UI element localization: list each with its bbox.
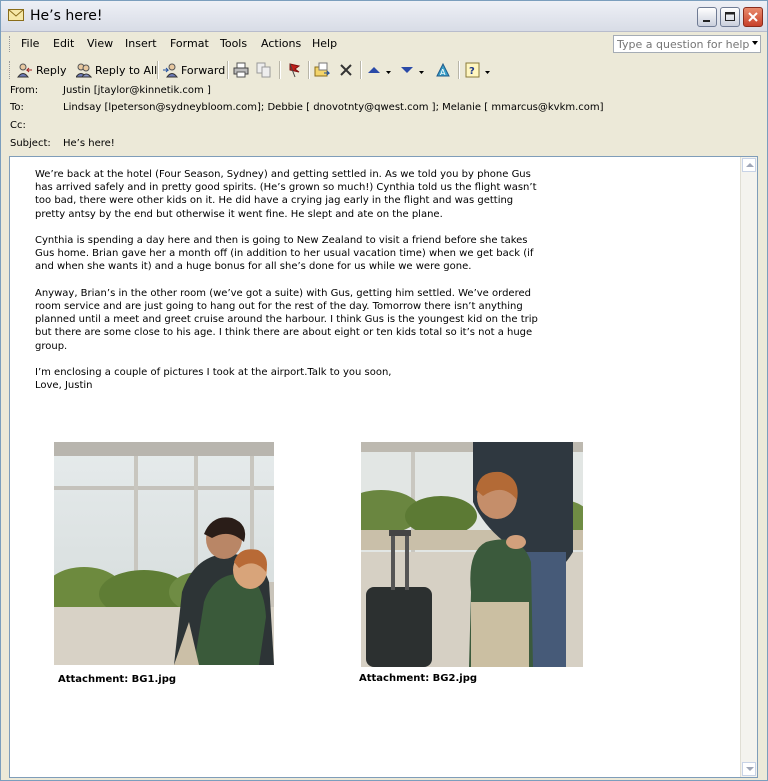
toolbar-grip[interactable] (9, 61, 12, 79)
menu-format[interactable]: Format (170, 37, 209, 50)
reply-all-label: Reply to All (95, 63, 158, 77)
previous-item-button[interactable] (366, 60, 392, 80)
help-search-input[interactable] (614, 36, 752, 52)
flag-icon (289, 63, 301, 78)
vertical-scrollbar[interactable] (740, 157, 757, 777)
reply-button[interactable]: Reply (17, 60, 66, 80)
chevron-down-icon (746, 767, 754, 771)
arrow-down-icon (401, 67, 413, 73)
toolbar-separator (279, 61, 281, 79)
attachment-photo-bg1[interactable] (54, 442, 274, 665)
svg-text:A: A (440, 68, 446, 77)
subject-value: He’s here! (63, 138, 115, 149)
flag-button[interactable] (286, 60, 302, 80)
close-button[interactable] (743, 7, 763, 27)
chevron-up-icon (746, 163, 754, 167)
menu-actions[interactable]: Actions (261, 37, 301, 50)
from-value[interactable]: Justin [jtaylor@kinnetik.com ] (63, 85, 211, 96)
menu-insert[interactable]: Insert (125, 37, 157, 50)
message-paragraph: I’m enclosing a couple of pictures I too… (35, 367, 392, 378)
attachment-label: Attachment: BG1.jpg (58, 674, 177, 685)
next-item-button[interactable] (399, 60, 425, 80)
toolbar-separator (360, 61, 362, 79)
menu-view[interactable]: View (87, 37, 113, 50)
maximize-icon (725, 12, 735, 21)
printer-icon (233, 62, 249, 78)
forward-icon (163, 63, 178, 78)
menu-edit[interactable]: Edit (53, 37, 74, 50)
menu-tools[interactable]: Tools (220, 37, 247, 50)
to-value[interactable]: Lindsay [lpeterson@sydneybloom.com]; Deb… (63, 102, 604, 113)
reply-all-button[interactable]: Reply to All (76, 60, 157, 80)
toolbar: Reply Reply to All Forward A ? (1, 57, 767, 83)
copy-icon (256, 62, 271, 78)
chevron-down-icon[interactable] (418, 62, 425, 78)
cc-row: Cc: (1, 119, 767, 135)
envelope-icon (8, 9, 24, 21)
message-signoff: Love, Justin (35, 380, 93, 392)
help-button[interactable]: ? (465, 60, 491, 80)
menu-help[interactable]: Help (312, 37, 337, 50)
toolbar-separator (157, 61, 159, 79)
message-paragraph: Cynthia is spending a day here and then … (35, 235, 534, 273)
reply-all-icon (76, 63, 92, 78)
subject-row: Subject: He’s here! (1, 137, 767, 153)
attachment-photo-bg2[interactable] (361, 442, 583, 667)
print-button[interactable] (233, 60, 249, 80)
window-title: He’s here! (30, 8, 103, 24)
menu-grip[interactable] (9, 36, 12, 52)
move-to-folder-icon (314, 62, 330, 77)
minimize-button[interactable] (697, 7, 717, 27)
maximize-button[interactable] (720, 7, 740, 27)
message-body[interactable]: We’re back at the hotel (Four Season, Sy… (9, 156, 758, 778)
help-search-box[interactable] (613, 35, 761, 53)
cc-label: Cc: (10, 120, 26, 131)
move-to-folder-button[interactable] (314, 60, 330, 80)
menu-file[interactable]: File (21, 37, 39, 50)
copy-button[interactable] (256, 60, 272, 80)
reply-label: Reply (36, 63, 67, 77)
reply-icon (17, 63, 32, 78)
chevron-down-icon[interactable] (752, 41, 758, 45)
chevron-down-icon[interactable] (385, 62, 392, 78)
email-window: He’s here! File Edit View Insert Format … (0, 0, 768, 781)
title-bar: He’s here! (1, 1, 767, 32)
scroll-down-button[interactable] (742, 762, 756, 776)
scroll-up-button[interactable] (742, 158, 756, 172)
delete-button[interactable] (338, 60, 354, 80)
toolbar-separator (458, 61, 460, 79)
delete-icon (340, 64, 352, 76)
address-book-button[interactable]: A (435, 60, 451, 80)
toolbar-separator (308, 61, 310, 79)
forward-label: Forward (181, 63, 226, 77)
svg-text:?: ? (469, 66, 475, 77)
attachment-label: Attachment: BG2.jpg (359, 673, 478, 684)
address-book-icon: A (436, 62, 450, 77)
help-icon: ? (465, 62, 480, 78)
message-paragraph: Anyway, Brian’s in the other room (we’ve… (35, 287, 538, 352)
toolbar-separator (227, 61, 229, 79)
arrow-up-icon (368, 67, 380, 73)
subject-label: Subject: (10, 138, 51, 149)
chevron-down-icon[interactable] (484, 62, 491, 78)
minimize-icon (703, 20, 710, 22)
from-label: From: (10, 85, 39, 96)
close-icon (748, 12, 758, 22)
forward-button[interactable]: Forward (162, 60, 225, 80)
message-text: We’re back at the hotel (Four Season, Sy… (35, 168, 540, 392)
to-label: To: (10, 102, 24, 113)
message-paragraph: We’re back at the hotel (Four Season, Sy… (35, 169, 537, 220)
to-row: To: Lindsay [lpeterson@sydneybloom.com];… (1, 101, 767, 117)
from-row: From: Justin [jtaylor@kinnetik.com ] (1, 84, 767, 100)
